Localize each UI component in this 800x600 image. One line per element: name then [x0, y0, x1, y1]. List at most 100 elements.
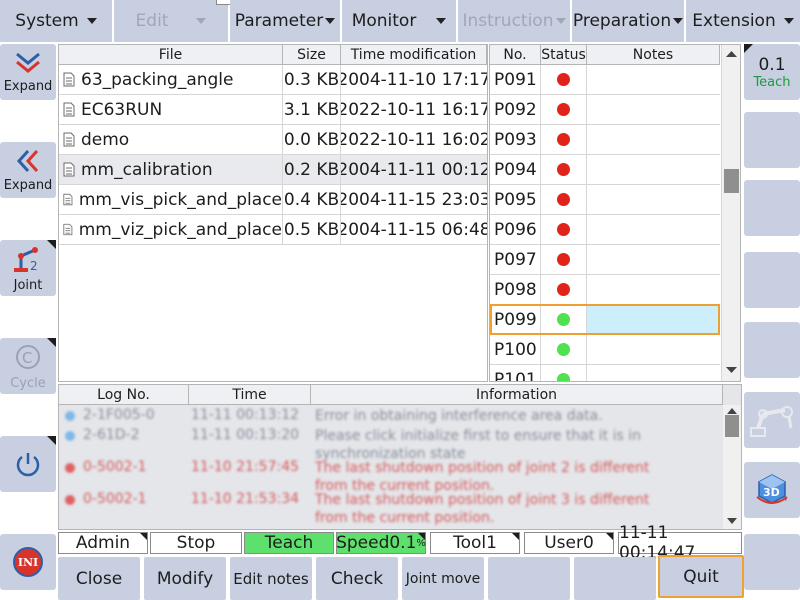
- point-row[interactable]: P092: [490, 95, 720, 125]
- log-row[interactable]: 2-1F005-0 11-11 00:13:12 Error in obtainin…: [59, 407, 723, 427]
- cycle-button[interactable]: C Cycle: [0, 338, 56, 394]
- edit-notes-button[interactable]: Edit notes: [230, 557, 312, 600]
- scroll-thumb[interactable]: [725, 415, 739, 437]
- time-column-header[interactable]: Time modification: [341, 45, 487, 65]
- quit-button[interactable]: Quit: [658, 555, 744, 598]
- modify-label: Modify: [156, 568, 214, 589]
- check-button[interactable]: Check: [316, 557, 398, 600]
- point-row-selected[interactable]: P099: [490, 304, 720, 335]
- log-row[interactable]: 0-5002-1 11-10 21:53:34 The last shutdown …: [59, 491, 723, 526]
- close-button[interactable]: Close: [58, 557, 140, 600]
- menu-parameter[interactable]: Parameter: [230, 0, 342, 42]
- notes-column-header[interactable]: Notes: [587, 45, 720, 65]
- point-notes-cell[interactable]: [587, 215, 720, 244]
- point-no: P099: [494, 309, 537, 330]
- expand-left-button[interactable]: Expand: [0, 142, 56, 198]
- file-size-cell: 0.4 KB: [283, 185, 341, 214]
- right-button-5[interactable]: [744, 322, 800, 378]
- file-row-selected[interactable]: mm_calibration 0.2 KB 2004-11-11 00:12: [59, 155, 487, 185]
- point-notes-cell[interactable]: [587, 275, 720, 304]
- bottom-blank-button-2[interactable]: [574, 557, 656, 600]
- file-row[interactable]: demo 0.0 KB 2022-10-11 16:02: [59, 125, 487, 155]
- file-column-header[interactable]: File: [59, 45, 283, 65]
- log-info-column-header[interactable]: Information: [311, 385, 723, 405]
- corner-marker: [47, 240, 56, 249]
- 3d-view-button[interactable]: 3D: [744, 462, 800, 518]
- point-notes-cell[interactable]: [587, 245, 720, 274]
- point-notes-cell[interactable]: [587, 155, 720, 184]
- expand-down-button[interactable]: Expand: [0, 44, 56, 100]
- file-size-cell: 0.2 KB: [283, 155, 341, 184]
- point-notes-cell[interactable]: [587, 95, 720, 124]
- log-row[interactable]: 0-5002-1 11-10 21:57:45 The last shutdown …: [59, 459, 723, 494]
- point-notes-cell[interactable]: [587, 125, 720, 154]
- status-error-icon: [557, 193, 570, 206]
- menu-monitor[interactable]: Monitor: [342, 0, 458, 42]
- speed-status[interactable]: Speed0.1%: [336, 532, 426, 554]
- log-no-column-header[interactable]: Log No.: [59, 385, 189, 405]
- file-row[interactable]: 63_packing_angle 0.3 KB 2004-11-10 17:17: [59, 65, 487, 95]
- right-button-3[interactable]: [744, 180, 800, 236]
- point-notes-cell[interactable]: [587, 65, 720, 94]
- file-size-cell: 0.3 KB: [283, 65, 341, 94]
- size-column-header[interactable]: Size: [283, 45, 341, 65]
- power-button[interactable]: [0, 436, 56, 492]
- point-no-cell: P098: [490, 275, 541, 304]
- robot-view-button[interactable]: [744, 392, 800, 448]
- point-notes-cell[interactable]: [587, 185, 720, 214]
- scroll-up-icon[interactable]: [722, 47, 741, 61]
- user-status[interactable]: Admin: [58, 532, 148, 554]
- teach-speed-button[interactable]: 0.1 Teach: [744, 44, 800, 100]
- point-row[interactable]: P095: [490, 185, 720, 215]
- expand-down-label: Expand: [3, 78, 53, 94]
- menu-edit[interactable]: Edit: [114, 0, 230, 42]
- point-notes-cell[interactable]: [587, 335, 720, 364]
- point-row[interactable]: P096: [490, 215, 720, 245]
- log-scrollbar[interactable]: [723, 405, 741, 529]
- status-error-icon: [557, 73, 570, 86]
- menu-preparation[interactable]: Preparation: [572, 0, 686, 42]
- menu-monitor-label: Monitor: [351, 11, 417, 31]
- modify-button[interactable]: Modify: [144, 557, 226, 600]
- file-row[interactable]: mm_vis_pick_and_place 0.4 KB 2004-11-15 …: [59, 185, 487, 215]
- point-row[interactable]: P093: [490, 125, 720, 155]
- point-row[interactable]: P091: [490, 65, 720, 95]
- error-icon: [65, 463, 75, 473]
- ini-button[interactable]: INI: [0, 534, 56, 590]
- file-time: 2004-11-15 06:48: [341, 219, 487, 240]
- point-notes-cell[interactable]: [587, 365, 720, 381]
- userframe-status-text: User0: [544, 533, 594, 553]
- log-row[interactable]: 2-61D-2 11-11 00:13:20 Please click initia…: [59, 427, 723, 462]
- menu-extension[interactable]: Extension: [686, 0, 800, 42]
- bottom-blank-button-1[interactable]: [488, 557, 570, 600]
- file-time: 2004-11-11 00:12: [341, 159, 487, 180]
- tool-status[interactable]: Tool1: [430, 532, 520, 554]
- point-row[interactable]: P098: [490, 275, 720, 305]
- close-label: Close: [75, 568, 123, 589]
- point-notes-cell[interactable]: [587, 305, 720, 334]
- point-row[interactable]: P097: [490, 245, 720, 275]
- status-column-header[interactable]: Status: [541, 45, 587, 65]
- point-row[interactable]: P101: [490, 365, 720, 381]
- right-button-8[interactable]: [744, 534, 800, 590]
- userframe-status[interactable]: User0: [524, 532, 614, 554]
- menu-system[interactable]: System: [0, 0, 114, 42]
- point-no-cell: P096: [490, 215, 541, 244]
- no-column-header[interactable]: No.: [490, 45, 541, 65]
- menu-instruction[interactable]: Instruction: [458, 0, 572, 42]
- point-row[interactable]: P094: [490, 155, 720, 185]
- right-button-4[interactable]: [744, 252, 800, 308]
- joint-button[interactable]: 2 Joint: [0, 240, 56, 296]
- point-scrollbar[interactable]: [721, 45, 740, 381]
- joint-move-button[interactable]: Joint move: [402, 557, 484, 600]
- scroll-down-icon[interactable]: [722, 363, 741, 377]
- log-time: 11-10 21:57:45: [191, 459, 300, 475]
- scroll-thumb[interactable]: [724, 169, 739, 193]
- file-row[interactable]: mm_viz_pick_and_place 0.5 KB 2004-11-15 …: [59, 215, 487, 245]
- speed-status-text: Speed0.1: [336, 533, 417, 553]
- right-button-2[interactable]: [744, 112, 800, 168]
- file-row[interactable]: EC63RUN 3.1 KB 2022-10-11 16:17: [59, 95, 487, 125]
- log-info: Please click initialize first to ensure …: [315, 428, 641, 462]
- log-time-column-header[interactable]: Time: [189, 385, 311, 405]
- point-row[interactable]: P100: [490, 335, 720, 365]
